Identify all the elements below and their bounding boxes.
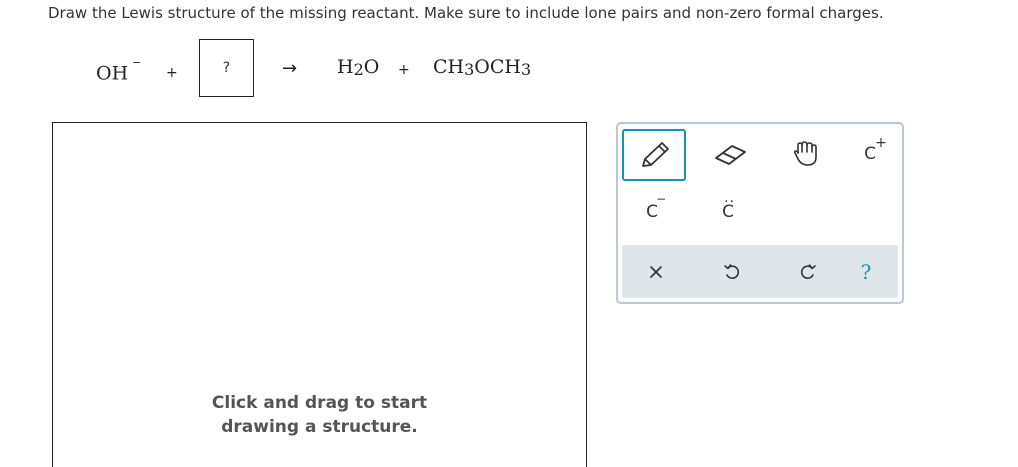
pencil-tool[interactable] — [622, 129, 686, 181]
product-water-sub: 2 — [353, 60, 364, 79]
positive-charge-tool[interactable]: C + — [840, 129, 900, 179]
product-water-o: O — [363, 56, 380, 78]
pencil-icon — [642, 142, 669, 167]
product-water: H2O — [337, 56, 380, 79]
redo-icon — [800, 263, 816, 279]
clear-button[interactable] — [626, 245, 686, 298]
hand-icon — [793, 141, 817, 166]
action-bar: ? — [622, 245, 898, 298]
ether-sub-1: 3 — [464, 60, 475, 79]
hand-tool[interactable] — [776, 129, 836, 179]
missing-reactant-box[interactable]: ? — [199, 39, 254, 97]
product-dimethyl-ether: CH3OCH3 — [433, 56, 532, 79]
ether-sub-2: 3 — [520, 60, 532, 79]
positive-charge-mark: + — [875, 135, 887, 151]
negative-charge-tool[interactable]: C − — [622, 187, 682, 237]
canvas-hint: Click and drag to start drawing a struct… — [53, 391, 586, 439]
eraser-tool[interactable] — [700, 129, 760, 179]
canvas-hint-line1: Click and drag to start — [211, 393, 428, 413]
reactant-hydroxide-formula: OH — [96, 62, 129, 85]
question-prompt: Draw the Lewis structure of the missing … — [48, 4, 884, 22]
ether-part-b: OCH — [474, 56, 521, 78]
reactant-hydroxide-charge: − — [132, 56, 142, 69]
negative-charge-icon: C − — [646, 192, 666, 222]
help-icon: ? — [860, 259, 872, 284]
negative-charge-mark: − — [656, 192, 667, 206]
reaction-arrow: → — [282, 58, 298, 79]
lone-pair-tool[interactable]: C ·· — [698, 187, 758, 237]
product-water-h: H — [337, 56, 354, 78]
lone-pair-dots: ·· — [724, 194, 735, 210]
lone-pair-icon: C ·· — [722, 194, 734, 222]
undo-icon — [724, 263, 740, 279]
ether-part-a: CH — [433, 56, 465, 78]
positive-charge-icon: C + — [864, 135, 887, 164]
plus-sign: + — [398, 62, 410, 78]
reactant-hydroxide: OH − — [96, 56, 141, 85]
drawing-toolbox: C + C − C ·· ? — [616, 122, 904, 304]
clear-icon — [650, 265, 662, 278]
help-button[interactable]: ? — [836, 245, 896, 298]
redo-button[interactable] — [778, 245, 838, 298]
canvas-hint-line2: drawing a structure. — [221, 417, 418, 437]
eraser-icon — [715, 145, 746, 165]
drawing-canvas[interactable]: Click and drag to start drawing a struct… — [52, 122, 587, 467]
undo-button[interactable] — [702, 245, 762, 298]
plus-sign: + — [166, 65, 178, 81]
reaction-equation: OH − + ? → H2O + CH3OCH3 — [0, 38, 560, 98]
